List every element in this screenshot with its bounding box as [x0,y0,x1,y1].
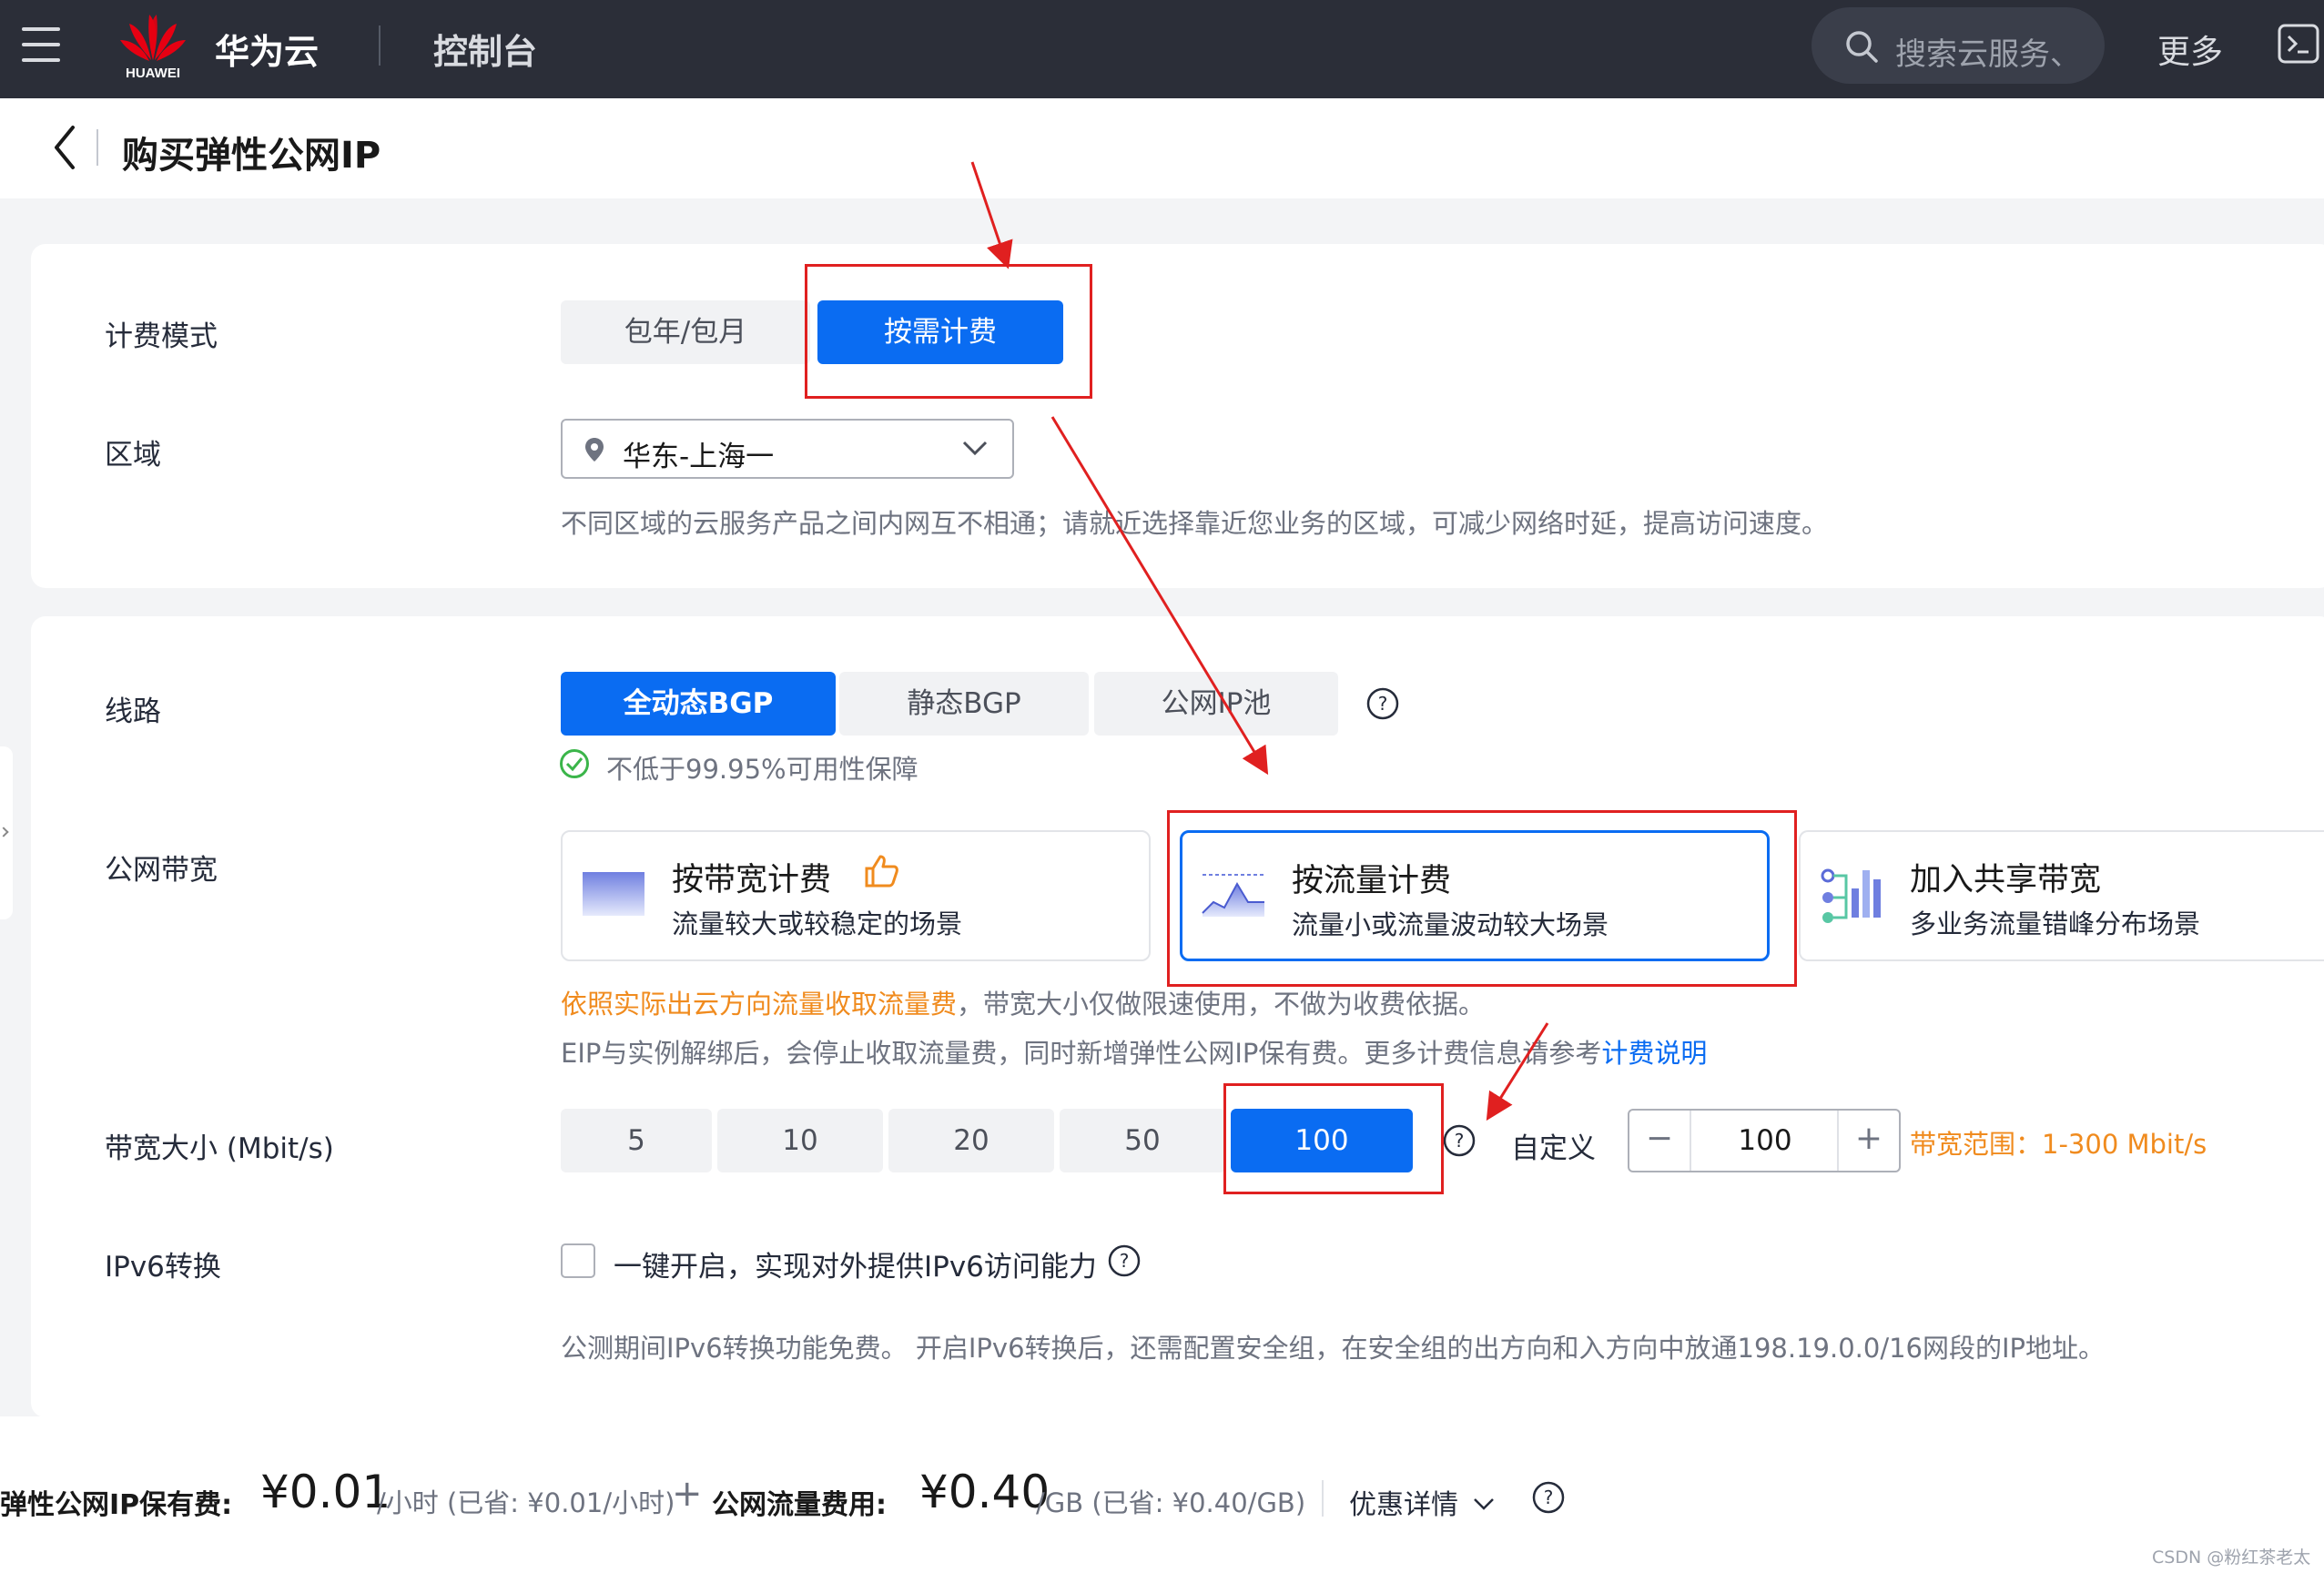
traffic-fee-unit: /GB (已省: ¥0.40/GB) [1036,1487,1306,1518]
bandwidth-size-label: 带宽大小 (Mbit/s) [105,1132,334,1165]
traffic-billing-note: 依照实际出云方向流量收取流量费，带宽大小仅做限速使用，不做为收费依据。 [561,983,1485,1021]
traffic-fee-label: 公网流量费用: [712,1489,887,1521]
increment-button[interactable]: + [1837,1111,1899,1171]
annotation-box-traffic [1167,810,1797,987]
bandwidth-input[interactable]: 100 [1693,1111,1837,1171]
retain-fee-amount: ¥0.01 [260,1466,391,1518]
retain-fee-label: 弹性公网IP保有费: [0,1489,233,1521]
console-link[interactable]: 控制台 [433,24,537,74]
region-label: 区域 [105,439,161,472]
plus-sign: + [672,1473,703,1515]
bandwidth-type-label: 公网带宽 [105,854,218,887]
side-collapse-handle[interactable] [0,746,13,919]
page-title: 购买弹性公网IP [122,135,381,177]
ipv6-hint: 公测期间IPv6转换功能免费。 开启IPv6转换后，还需配置安全组，在安全组的出… [561,1333,2106,1364]
ipv6-checkbox[interactable] [561,1243,595,1278]
brand-name[interactable]: 华为云 [215,24,319,74]
billing-mode-label: 计费模式 [105,320,218,353]
huawei-flower-icon [120,15,186,61]
region-value: 华东-上海一 [623,441,775,473]
thumbs-up-icon [865,855,898,888]
svg-text:?: ? [1120,1250,1130,1272]
billing-option-yearly-monthly[interactable]: 包年/包月 [561,300,810,364]
terminal-icon[interactable] [2278,24,2319,64]
more-menu[interactable]: 更多 [2157,25,2223,73]
line-guarantee-text: 不低于99.95%可用性保障 [606,754,918,785]
search-box[interactable]: 搜索云服务、 [1812,7,2105,84]
back-arrow-icon[interactable] [51,124,78,171]
decrement-button[interactable]: − [1629,1111,1691,1171]
chevron-down-icon [962,441,988,456]
logo-text: HUAWEI [126,66,180,81]
region-select[interactable]: 华东-上海一 [561,419,1014,479]
search-icon [1846,31,1878,63]
annotation-box-billing [805,264,1092,399]
line-option-static-bgp[interactable]: 静态BGP [839,672,1089,736]
bandwidth-option-20[interactable]: 20 [888,1109,1054,1172]
billing-info-link[interactable]: 计费说明 [1601,1038,1707,1069]
line-help-icon[interactable]: ? [1365,686,1400,721]
ipv6-help-icon[interactable]: ? [1107,1243,1142,1278]
ipv6-label: IPv6转换 [105,1251,221,1284]
menu-icon[interactable] [22,27,60,64]
line-option-dynamic-bgp[interactable]: 全动态BGP [561,672,836,736]
option-subtitle: 流量较大或较稳定的场景 [672,908,963,939]
annotation-box-bandwidth [1223,1083,1444,1194]
bandwidth-stepper[interactable]: − 100 + [1628,1109,1901,1172]
huawei-logo[interactable]: HUAWEI [117,9,189,89]
top-navigation-bar: HUAWEI 华为云 控制台 搜索云服务、 更多 [0,0,2324,98]
promo-details-link[interactable]: 优惠详情 [1349,1482,1458,1522]
bandwidth-option-50[interactable]: 50 [1060,1109,1225,1172]
option-bandwidth-billing[interactable]: 按带宽计费 流量较大或较稳定的场景 [561,830,1151,961]
bandwidth-help-icon[interactable]: ? [1442,1123,1477,1158]
bandwidth-option-10[interactable]: 10 [717,1109,883,1172]
check-circle-icon [560,749,589,778]
page-header: 购买弹性公网IP [0,98,2324,198]
price-separator [1322,1480,1324,1517]
price-help-icon[interactable]: ? [1531,1480,1566,1515]
option-shared-bandwidth[interactable]: 加入共享带宽 多业务流量错峰分布场景 [1799,830,2324,961]
eip-unbind-note: EIP与实例解绑后，会停止收取流量费，同时新增弹性公网IP保有费。更多计费信息请… [561,1032,1707,1071]
search-input[interactable]: 搜索云服务、 [1895,29,2081,74]
bandwidth-chart-icon [583,872,644,916]
bandwidth-option-5[interactable]: 5 [561,1109,712,1172]
svg-text:?: ? [1455,1130,1465,1152]
option-title: 加入共享带宽 [1910,862,2102,898]
location-pin-icon [585,438,604,462]
line-option-ip-pool[interactable]: 公网IP池 [1094,672,1338,736]
region-hint: 不同区域的云服务产品之间内网互不相通；请就近选择靠近您业务的区域，可减少网络时延… [561,508,1829,539]
option-subtitle: 多业务流量错峰分布场景 [1910,908,2201,939]
nav-divider [379,25,381,66]
shared-bandwidth-icon [1821,868,1881,923]
svg-text:?: ? [1378,693,1388,715]
ipv6-checkbox-label[interactable]: 一键开启，实现对外提供IPv6访问能力 [614,1243,1097,1284]
traffic-billing-note-rest: ，带宽大小仅做限速使用，不做为收费依据。 [957,989,1486,1020]
option-title: 按带宽计费 [672,862,832,898]
eip-unbind-text: EIP与实例解绑后，会停止收取流量费，同时新增弹性公网IP保有费。更多计费信息请… [561,1038,1602,1069]
watermark: CSDN @粉红茶老太 [2152,1548,2311,1568]
bandwidth-range-text: 带宽范围：1-300 Mbit/s [1910,1129,2207,1160]
custom-bandwidth-label: 自定义 [1511,1132,1596,1165]
chevron-down-icon[interactable] [1473,1497,1495,1511]
traffic-fee-amount: ¥0.40 [919,1466,1050,1518]
traffic-billing-highlight: 依照实际出云方向流量收取流量费 [561,989,958,1020]
price-footer: 弹性公网IP保有费: ¥0.01 /小时 (已省: ¥0.01/小时) + 公网… [0,1416,2324,1573]
svg-text:?: ? [1544,1487,1554,1508]
header-separator [96,129,98,166]
retain-fee-unit: /小时 (已省: ¥0.01/小时) [377,1487,675,1518]
line-label: 线路 [105,695,161,728]
